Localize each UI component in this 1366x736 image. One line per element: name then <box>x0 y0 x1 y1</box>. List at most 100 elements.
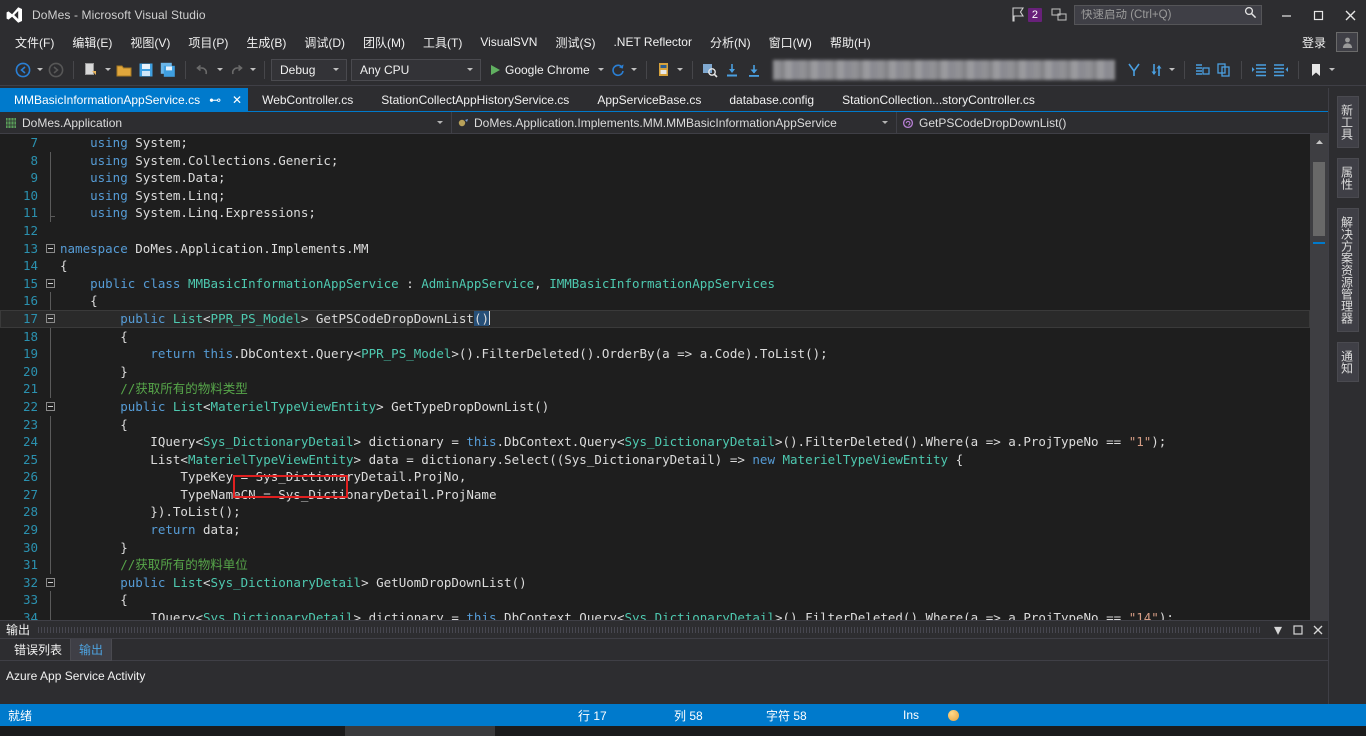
undo-dropdown[interactable] <box>214 59 225 81</box>
tab-stationcollectapphistoryservice[interactable]: StationCollectAppHistoryService.cs <box>367 88 584 112</box>
navigate-back-icon[interactable] <box>12 59 34 81</box>
chevron-down-icon[interactable] <box>429 121 447 124</box>
panel-tab-output[interactable]: 输出 <box>70 638 113 661</box>
solution-configuration-combo[interactable]: Debug <box>271 58 347 81</box>
sign-in-button[interactable]: 登录 <box>1292 31 1336 54</box>
feedback-icon[interactable] <box>1048 4 1070 26</box>
code-line[interactable]: 17 public List<PPR_PS_Model> GetPSCodeDr… <box>0 309 1310 328</box>
attach-dropdown[interactable] <box>675 59 686 81</box>
new-project-icon[interactable] <box>80 59 102 81</box>
tab-webcontroller[interactable]: WebController.cs <box>248 88 368 112</box>
code-line[interactable]: 33 { <box>0 591 1310 610</box>
attach-process-icon[interactable] <box>653 59 675 81</box>
code-line[interactable]: 25 List<MaterielTypeViewEntity> data = d… <box>0 450 1310 469</box>
code-line[interactable]: 11 using System.Linq.Expressions; <box>0 204 1310 222</box>
pin-icon[interactable]: ⊷ <box>208 92 222 108</box>
bookmark-icon[interactable] <box>1305 59 1327 81</box>
code-line[interactable]: 8 using System.Collections.Generic; <box>0 151 1310 170</box>
menu-item-tools[interactable]: 工具(T) <box>414 31 471 54</box>
menu-item-window[interactable]: 窗口(W) <box>760 31 821 54</box>
code-line[interactable]: 28 }).ToList(); <box>0 503 1310 522</box>
comment-icon[interactable] <box>1191 59 1213 81</box>
code-line[interactable]: 22 public List<MaterielTypeViewEntity> G… <box>0 398 1310 416</box>
chevron-down-icon[interactable] <box>454 68 476 71</box>
code-line[interactable]: 12 <box>0 222 1310 240</box>
start-debug-dropdown[interactable] <box>596 59 607 81</box>
code-text-area[interactable]: 7 using System; 8 using System.Collection… <box>0 134 1310 620</box>
code-line[interactable]: 10 using System.Linq; <box>0 186 1310 205</box>
breadcrumb-project[interactable]: DoMes.Application <box>0 111 452 134</box>
menu-item-analyze[interactable]: 分析(N) <box>701 31 760 54</box>
menu-item-debug[interactable]: 调试(D) <box>295 31 354 54</box>
code-line[interactable]: 34 IQuery<Sys_DictionaryDetail> dictiona… <box>0 609 1310 620</box>
code-line[interactable]: 7 using System; <box>0 134 1310 152</box>
chevron-down-icon[interactable] <box>320 68 342 71</box>
menu-item-view[interactable]: 视图(V) <box>121 31 179 54</box>
find-icon[interactable] <box>699 59 721 81</box>
bookmark-dropdown[interactable] <box>1327 59 1338 81</box>
tab-mmbasicinformationappservice[interactable]: MMBasicInformationAppService.cs ⊷ ✕ <box>0 88 249 112</box>
code-line[interactable]: 19 return this.DbContext.Query<PPR_PS_Mo… <box>0 345 1310 363</box>
code-line[interactable]: 21 //获取所有的物料类型 <box>0 380 1310 398</box>
start-debug-button[interactable]: Google Chrome <box>485 59 596 81</box>
tab-appservicebase[interactable]: AppServiceBase.cs <box>583 88 716 112</box>
code-line[interactable]: 14 { <box>0 257 1310 275</box>
breadcrumb-member[interactable]: GetPSCodeDropDownList() <box>897 112 1328 134</box>
code-line[interactable]: 32 public List<Sys_DictionaryDetail> Get… <box>0 574 1310 592</box>
code-line[interactable]: 30 } <box>0 538 1310 557</box>
save-icon[interactable] <box>135 59 157 81</box>
taskbar-app-button[interactable] <box>345 726 495 736</box>
menu-item-test[interactable]: 测试(S) <box>546 31 604 54</box>
redacted-toolbar-field[interactable] <box>772 59 1115 80</box>
menu-item-reflector[interactable]: .NET Reflector <box>604 32 700 52</box>
scroll-up-button[interactable] <box>1310 134 1328 151</box>
code-editor[interactable]: 7 using System; 8 using System.Collection… <box>0 134 1310 620</box>
code-line[interactable]: 27 TypeNameCN = Sys_DictionaryDetail.Pro… <box>0 485 1310 504</box>
editor-vertical-scrollbar[interactable] <box>1310 134 1328 620</box>
code-line[interactable]: 26 TypeKey = Sys_DictionaryDetail.ProjNo… <box>0 468 1310 486</box>
uncomment-icon[interactable] <box>1213 59 1235 81</box>
chevron-down-icon[interactable]: ▾ <box>1268 621 1288 639</box>
code-line[interactable]: 15 public class MMBasicInformationAppSer… <box>0 275 1310 293</box>
menu-item-team[interactable]: 团队(M) <box>354 31 414 54</box>
solution-platform-combo[interactable]: Any CPU <box>351 58 481 81</box>
close-panel-icon[interactable] <box>1308 621 1328 639</box>
navigate-back-dropdown[interactable] <box>34 59 45 81</box>
code-line[interactable]: 9 using System.Data; <box>0 169 1310 187</box>
rail-tab-properties[interactable]: 属性 <box>1336 158 1359 198</box>
branch-icon[interactable] <box>1123 59 1145 81</box>
maximize-panel-icon[interactable] <box>1288 621 1308 639</box>
save-all-icon[interactable] <box>157 59 179 81</box>
outdent-icon[interactable] <box>1270 59 1292 81</box>
scrollbar-thumb[interactable] <box>1313 162 1325 236</box>
refresh-dropdown[interactable] <box>629 59 640 81</box>
menu-item-build[interactable]: 生成(B) <box>237 31 295 54</box>
chevron-down-icon[interactable] <box>874 121 892 124</box>
rail-tab-notifications[interactable]: 通知 <box>1336 342 1359 382</box>
notification-flag[interactable]: 2 <box>1012 7 1042 23</box>
maximize-button[interactable] <box>1302 1 1334 29</box>
code-line[interactable]: 18 { <box>0 327 1310 346</box>
code-line[interactable]: 24 IQuery<Sys_DictionaryDetail> dictiona… <box>0 433 1310 451</box>
rail-tab-new-tools[interactable]: 新工具 <box>1336 96 1359 148</box>
breadcrumb-type[interactable]: DoMes.Application.Implements.MM.MMBasicI… <box>452 111 897 134</box>
step-icon[interactable] <box>721 59 743 81</box>
tab-stationcollection-historycontroller[interactable]: StationCollection...storyController.cs <box>828 88 1049 112</box>
code-line[interactable]: 20 } <box>0 362 1310 381</box>
redo-dropdown[interactable] <box>247 59 258 81</box>
open-file-icon[interactable] <box>113 59 135 81</box>
panel-tab-error-list[interactable]: 错误列表 <box>6 639 70 660</box>
download-icon[interactable] <box>743 59 765 81</box>
indent-icon[interactable] <box>1248 59 1270 81</box>
code-line[interactable]: 31 //获取所有的物料单位 <box>0 556 1310 574</box>
code-line[interactable]: 23 { <box>0 415 1310 434</box>
search-icon[interactable] <box>1244 6 1257 24</box>
quick-launch-input[interactable] <box>1081 9 1244 21</box>
code-line[interactable]: 29 return data; <box>0 521 1310 539</box>
close-tab-icon[interactable]: ✕ <box>230 92 244 108</box>
code-line[interactable]: 16 { <box>0 292 1310 310</box>
menu-item-edit[interactable]: 编辑(E) <box>63 31 121 54</box>
new-project-dropdown[interactable] <box>102 59 113 81</box>
menu-item-visualsvn[interactable]: VisualSVN <box>471 32 546 52</box>
sync-icon[interactable] <box>1145 59 1167 81</box>
